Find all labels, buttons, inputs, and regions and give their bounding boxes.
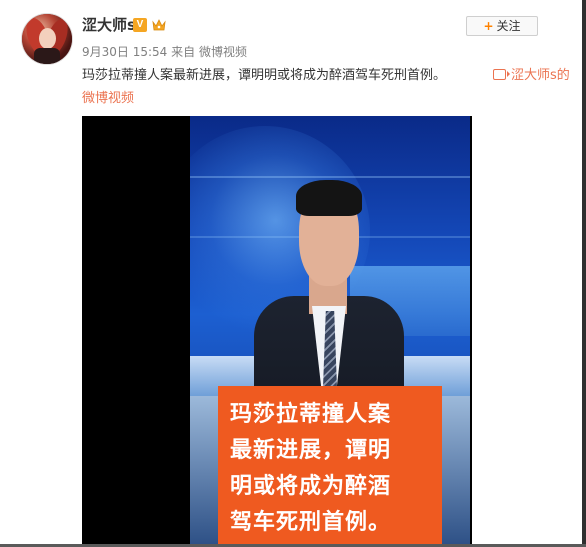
video-caption: 玛莎拉蒂撞人案 最新进展，谭明 明或将成为醉酒 驾车死刑首例。 — [218, 386, 442, 546]
caption-line: 明或将成为醉酒 — [230, 474, 392, 499]
post-meta: 9月30日 15:54 来自 微博视频 — [82, 44, 247, 60]
caption-line: 玛莎拉蒂撞人案 — [230, 402, 392, 427]
post-source[interactable]: 微博视频 — [199, 45, 247, 59]
avatar[interactable] — [22, 14, 72, 64]
crown-icon — [152, 19, 166, 31]
plus-icon: + — [483, 19, 494, 33]
caption-line: 驾车死刑首例。 — [230, 510, 392, 535]
post-date[interactable]: 9月30日 15:54 — [82, 45, 167, 59]
video-link[interactable]: 涩大师s的 — [493, 65, 570, 87]
follow-button-label: 关注 — [496, 19, 521, 33]
video-camera-icon — [493, 69, 510, 80]
source-prefix: 来自 — [171, 45, 196, 59]
verified-icon: V — [133, 18, 147, 32]
user-name[interactable]: 涩大师s — [82, 15, 136, 35]
video-link-label: 涩大师s的 — [511, 68, 570, 83]
video-link-continued[interactable]: 微博视频 — [82, 88, 134, 110]
caption-line: 最新进展，谭明 — [230, 438, 392, 463]
window-right-border — [582, 0, 586, 547]
follow-button[interactable]: + 关注 — [466, 16, 538, 36]
post-text: 玛莎拉蒂撞人案最新进展，谭明明或将成为醉酒驾车死刑首例。 — [82, 68, 447, 83]
video-player[interactable]: 玛莎拉蒂撞人案 最新进展，谭明 明或将成为醉酒 驾车死刑首例。 — [82, 116, 472, 547]
